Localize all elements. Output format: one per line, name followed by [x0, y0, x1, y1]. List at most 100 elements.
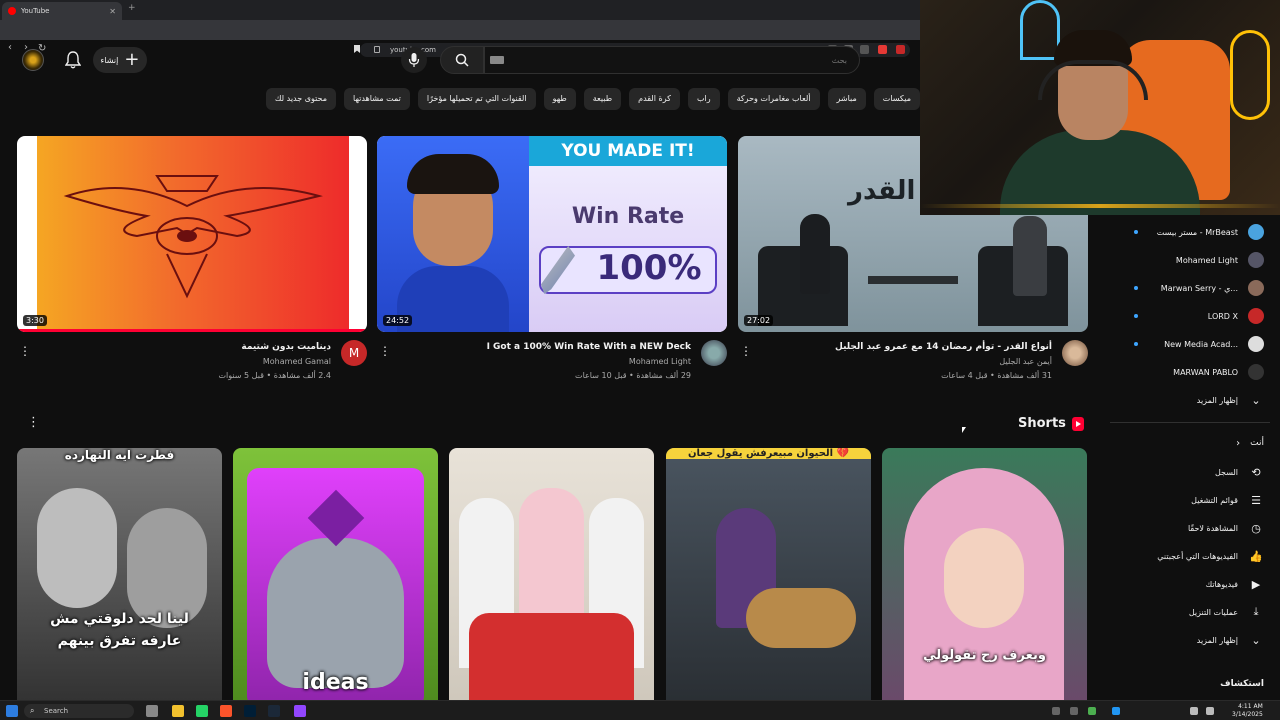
sidebar-item-history[interactable]: السجل ⟲	[1110, 458, 1270, 486]
sidebar-item-downloads[interactable]: عمليات التنزيل ⤓	[1110, 598, 1270, 626]
overlay-border	[920, 204, 1280, 208]
chip-action-adventure[interactable]: ألعاب مغامرات وحركة	[727, 88, 820, 110]
chip-rap[interactable]: راب	[687, 88, 720, 110]
red-button-graphic	[469, 613, 634, 700]
photoshop-icon[interactable]	[244, 705, 256, 717]
sidebar-item-your-videos[interactable]: فيديوهاتك ▶	[1110, 570, 1270, 598]
brave-rewards-icon[interactable]	[896, 45, 905, 54]
you-heading-label: أنت	[1250, 438, 1264, 448]
search-button[interactable]	[440, 46, 484, 74]
tray-icon[interactable]	[1052, 707, 1060, 715]
video-thumbnail[interactable]: 3:30	[17, 136, 367, 332]
webcam-overlay	[920, 0, 1280, 215]
short-card[interactable]: ideas	[233, 448, 438, 700]
short-card[interactable]: وبعرف رح تقولولي	[882, 448, 1087, 700]
brave-browser-icon[interactable]	[220, 705, 232, 717]
share-icon[interactable]	[860, 45, 869, 54]
notifications-bell-icon[interactable]	[65, 51, 81, 69]
chip-nature[interactable]: طبيعة	[583, 88, 622, 110]
keyboard-icon[interactable]	[490, 56, 504, 64]
chip-new-to-you[interactable]: محتوى جديد لك	[265, 88, 336, 110]
search-input[interactable]	[484, 46, 860, 74]
task-view-icon[interactable]	[146, 705, 158, 717]
tray-icon[interactable]	[1070, 707, 1078, 715]
shorts-more-icon[interactable]: ⋮	[27, 415, 40, 430]
sidebar-item-watch-later[interactable]: المشاهدة لاحقًا ◷	[1110, 514, 1270, 542]
whatsapp-icon[interactable]	[196, 705, 208, 717]
streaming-app-icon[interactable]	[294, 705, 306, 717]
chip-mixes[interactable]: ميكسات	[873, 88, 920, 110]
close-tab-icon[interactable]: ✕	[109, 7, 116, 16]
tray-icon[interactable]	[1112, 707, 1120, 715]
thumbnail-banner: YOU MADE IT!	[529, 136, 727, 166]
sidebar-item-playlists[interactable]: قوائم التشغيل ☰	[1110, 486, 1270, 514]
channel-name[interactable]: أيمن عبد الجليل	[999, 357, 1052, 366]
video-duration: 27:02	[744, 315, 774, 326]
volume-icon[interactable]	[1206, 707, 1214, 715]
video-thumbnail[interactable]: YOU MADE IT! Win Rate 100% 24:52	[377, 136, 727, 332]
wifi-icon[interactable]	[1190, 707, 1198, 715]
video-card[interactable]: YOU MADE IT! Win Rate 100% 24:52 I Got a…	[377, 136, 727, 390]
mouse-cursor-icon	[962, 427, 966, 433]
video-title[interactable]: أنواع القدر - توأم رمضان 14 مع عمرو عبد …	[835, 342, 1052, 352]
subscription-name: مستر بيست - MrBeast	[1156, 227, 1238, 237]
short-card[interactable]: فطرت ايه النهارده لينا لحد دلوقتي مش عار…	[17, 448, 222, 700]
sidebar-subscription-mohamed-light[interactable]: Mohamed Light	[1110, 246, 1270, 274]
more-actions-icon[interactable]: ⋮	[19, 344, 31, 358]
new-content-dot	[1134, 230, 1138, 234]
tray-icon[interactable]	[1088, 707, 1096, 715]
channel-avatar[interactable]	[1062, 340, 1088, 366]
sidebar-subscription-mrbeast[interactable]: مستر بيست - MrBeast	[1110, 218, 1270, 246]
chip-cooking[interactable]: طهو	[543, 88, 576, 110]
sidebar-you-heading[interactable]: › أنت	[1110, 429, 1270, 457]
steam-icon[interactable]	[268, 705, 280, 717]
more-actions-icon[interactable]: ⋮	[379, 344, 391, 358]
voice-search-button[interactable]	[401, 47, 427, 73]
channel-avatar[interactable]: M	[341, 340, 367, 366]
file-explorer-icon[interactable]	[172, 705, 184, 717]
browser-tab[interactable]: YouTube ✕	[2, 2, 122, 20]
windows-start-icon[interactable]	[6, 705, 18, 717]
sidebar-subscription-marwan-pablo[interactable]: MARWAN PABLO	[1110, 358, 1270, 386]
taskbar-search[interactable]: Search	[24, 704, 134, 718]
system-clock[interactable]: 4:11 AM 3/14/2025	[1232, 703, 1263, 719]
video-title[interactable]: ديناميت بدون شتيمة	[241, 342, 331, 352]
account-avatar[interactable]	[22, 49, 44, 71]
subscription-avatar	[1248, 224, 1264, 240]
chip-watched[interactable]: تمت مشاهدتها	[344, 88, 410, 110]
subscription-avatar	[1248, 364, 1264, 380]
playlist-icon: ☰	[1251, 493, 1261, 507]
sidebar-subscription-marwan-serry[interactable]: Marwan Serry - ي...	[1110, 274, 1270, 302]
sidebar-show-more[interactable]: إظهار المزيد ⌄	[1110, 386, 1270, 414]
channel-avatar[interactable]	[701, 340, 727, 366]
channel-name[interactable]: Mohamed Light	[629, 357, 691, 366]
more-actions-icon[interactable]: ⋮	[740, 344, 752, 358]
video-title[interactable]: I Got a 100% Win Rate With a NEW Deck	[487, 342, 691, 352]
short-card[interactable]	[449, 448, 654, 700]
sidebar-show-more-2[interactable]: إظهار المزيد ⌄	[1110, 626, 1270, 654]
sidebar-subscription-new-media-academy[interactable]: New Media Acad...	[1110, 330, 1270, 358]
create-button[interactable]: إنشاء +	[93, 47, 147, 73]
sidebar-divider	[1110, 422, 1270, 423]
site-info-icon[interactable]	[374, 46, 380, 53]
brave-shield-icon[interactable]	[878, 45, 887, 54]
video-card[interactable]: 3:30 M ديناميت بدون شتيمة Mohamed Gamal …	[17, 136, 367, 390]
short-person-1	[37, 488, 117, 608]
face-graphic	[944, 528, 1024, 628]
sidebar-subscription-lord-x[interactable]: LORD X	[1110, 302, 1270, 330]
new-tab-icon[interactable]: +	[128, 3, 136, 13]
sidebar-item-label: عمليات التنزيل	[1188, 607, 1238, 617]
sidebar-item-label: الفيديوهات التي أعجبتني	[1157, 551, 1238, 561]
video-stats: 31 ألف مشاهدة • قبل 4 ساعات	[941, 371, 1052, 380]
short-caption-top: الحيوان مبيعرفش يقول جعان 💔	[666, 448, 871, 459]
sidebar-item-liked-videos[interactable]: الفيديوهات التي أعجبتني 👍	[1110, 542, 1270, 570]
chip-recently-uploaded[interactable]: القنوات التي تم تحميلها مؤخرًا	[417, 88, 536, 110]
subscription-name: New Media Acad...	[1164, 339, 1238, 349]
channel-name[interactable]: Mohamed Gamal	[263, 357, 331, 366]
subscription-avatar	[1248, 336, 1264, 352]
chevron-down-icon: ⌄	[1251, 633, 1261, 647]
short-card[interactable]: الحيوان مبيعرفش يقول جعان 💔	[666, 448, 871, 700]
back-icon[interactable]: ‹	[8, 42, 12, 53]
chip-live[interactable]: مباشر	[827, 88, 866, 110]
chip-football[interactable]: كرة القدم	[629, 88, 680, 110]
